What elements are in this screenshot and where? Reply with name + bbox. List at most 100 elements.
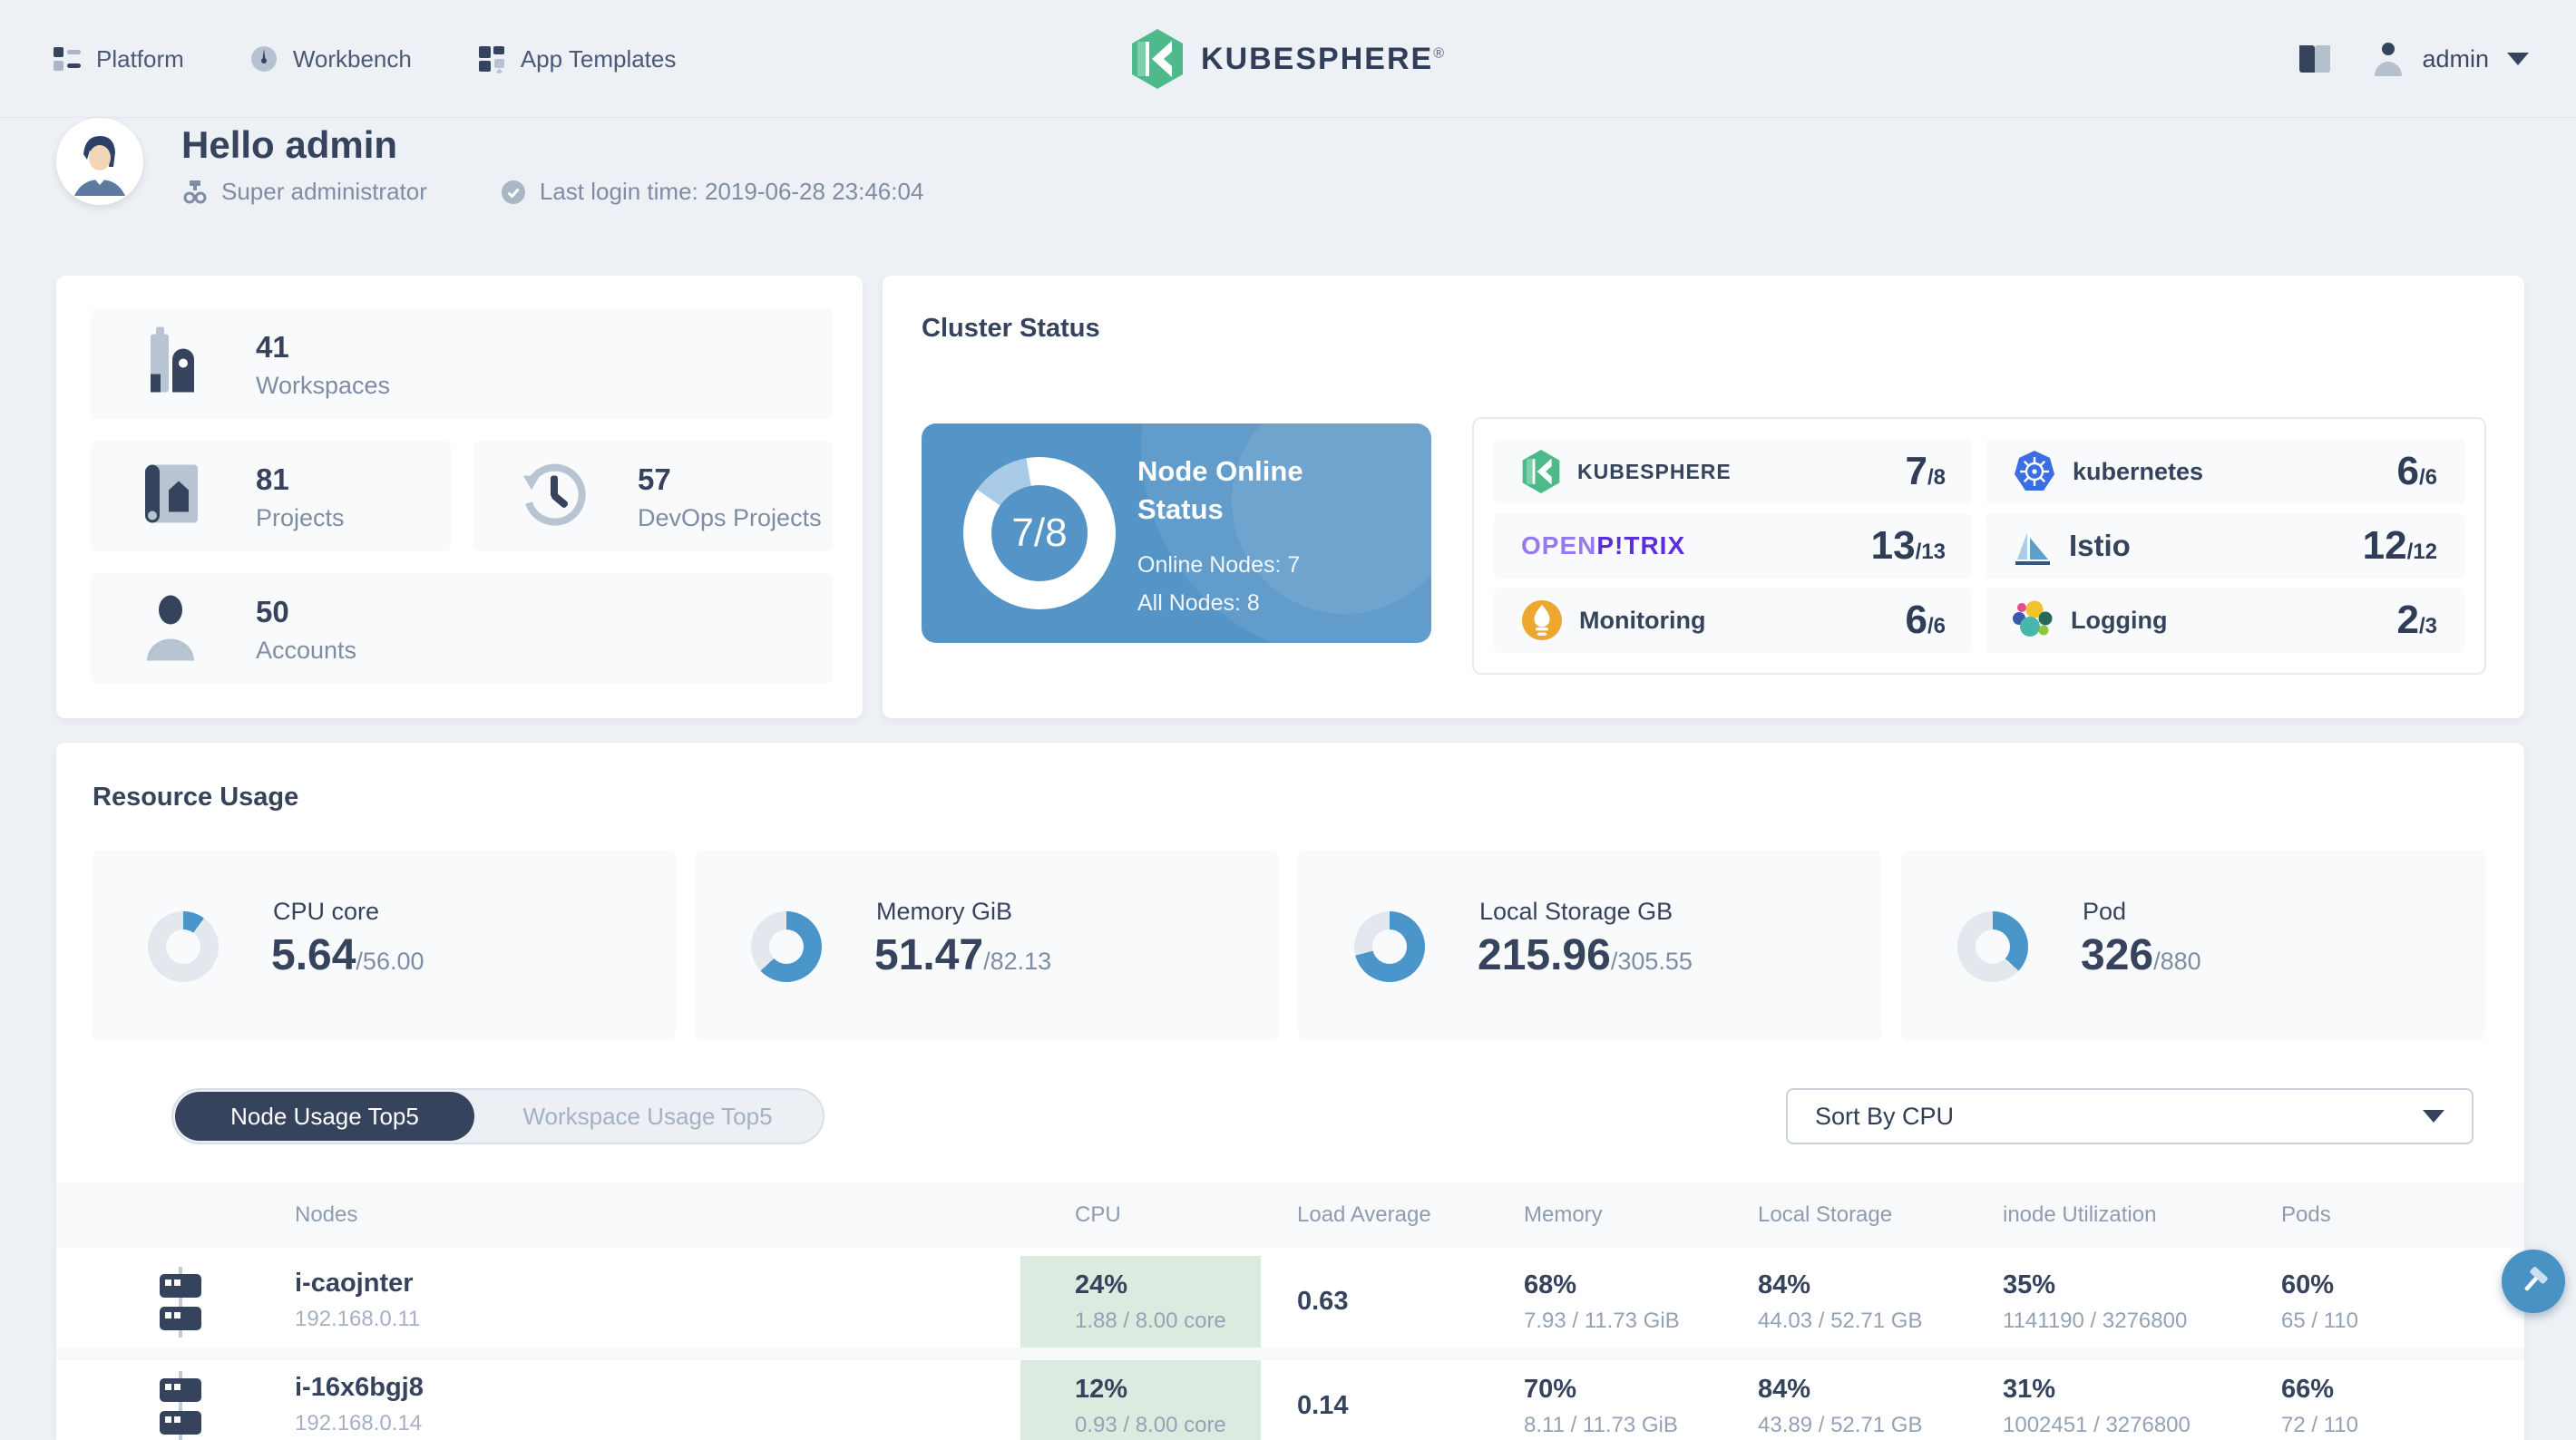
pod-donut-chart bbox=[1957, 911, 2028, 982]
nav-item-workbench[interactable]: Workbench bbox=[249, 44, 412, 73]
memory-detail: 8.11 / 11.73 GiB bbox=[1524, 1413, 1678, 1437]
gauge-total: /305.55 bbox=[1610, 948, 1693, 975]
pods-detail: 65 / 110 bbox=[2281, 1309, 2358, 1333]
nav-item-app-templates[interactable]: App Templates bbox=[477, 44, 676, 73]
hammer-icon bbox=[2524, 1267, 2548, 1291]
workspaces-icon bbox=[138, 326, 203, 401]
count-total: /6 bbox=[2418, 465, 2437, 490]
cpu-percent: 24% bbox=[1075, 1270, 1128, 1299]
brand-logo[interactable]: KUBESPHERE® bbox=[1130, 0, 1446, 118]
col-local-storage: Local Storage bbox=[1758, 1202, 1893, 1227]
nav-item-platform[interactable]: Platform bbox=[53, 44, 184, 73]
count-ready: 12 bbox=[2362, 523, 2407, 568]
workbench-icon bbox=[250, 46, 277, 72]
gauge-local-storage: Local Storage GB 215.96/305.55 bbox=[1298, 851, 1882, 1041]
toolbox-floating-button[interactable] bbox=[2502, 1250, 2565, 1313]
monitoring-icon bbox=[1521, 599, 1563, 641]
gauge-label: CPU core bbox=[273, 898, 380, 925]
stat-tile-accounts[interactable]: 50 Accounts bbox=[91, 573, 833, 684]
sort-by-dropdown[interactable]: Sort By CPU bbox=[1786, 1088, 2474, 1144]
kubesphere-logo-icon bbox=[1132, 29, 1184, 89]
memory-donut-chart bbox=[751, 911, 822, 982]
inode-detail: 1002451 / 3276800 bbox=[2003, 1413, 2191, 1437]
gauge-used: 5.64 bbox=[271, 931, 356, 979]
node-name: i-caojnter bbox=[295, 1269, 414, 1298]
table-row[interactable]: i-caojnter 192.168.0.11 24% 1.88 / 8.00 … bbox=[56, 1256, 2524, 1348]
usage-tabs: Node Usage Top5 Workspace Usage Top5 bbox=[171, 1088, 825, 1144]
component-monitoring: Monitoring 6/6 bbox=[1494, 588, 1973, 653]
component-count: 7/8 bbox=[1906, 449, 1947, 494]
count-total: /8 bbox=[1927, 465, 1946, 490]
count-ready: 6 bbox=[2396, 449, 2419, 493]
stat-value: 41 bbox=[256, 330, 289, 364]
table-row[interactable]: i-16x6bgj8 192.168.0.14 12% 0.93 / 8.00 … bbox=[56, 1360, 2524, 1440]
cluster-status-card: Cluster Status 7/8 Node Online Status On… bbox=[883, 276, 2524, 718]
cpu-percent: 12% bbox=[1075, 1375, 1128, 1404]
node-name: i-16x6bgj8 bbox=[295, 1373, 424, 1402]
nav-right: admin bbox=[2297, 0, 2529, 118]
node-status-title: Node Online Status bbox=[1137, 455, 1303, 525]
username: admin bbox=[2422, 44, 2489, 73]
last-login-label: Last login time: 2019-06-28 23:46:04 bbox=[539, 178, 924, 205]
greeting-title: Hello admin bbox=[181, 123, 398, 166]
gauge-pod: Pod 326/880 bbox=[1901, 851, 2485, 1041]
online-nodes-label: Online Nodes: 7 bbox=[1137, 552, 1301, 578]
gauge-total: /56.00 bbox=[356, 948, 424, 975]
stat-value: 57 bbox=[638, 462, 671, 496]
cpu-detail: 1.88 / 8.00 core bbox=[1075, 1309, 1226, 1333]
tab-workspace-usage-top5[interactable]: Workspace Usage Top5 bbox=[474, 1092, 821, 1141]
col-memory: Memory bbox=[1524, 1202, 1603, 1227]
component-kubernetes: kubernetes 6/6 bbox=[1986, 439, 2464, 504]
node-server-icon bbox=[151, 1371, 210, 1440]
gauge-total: /880 bbox=[2153, 948, 2201, 975]
component-count: 12/12 bbox=[2363, 523, 2437, 569]
stat-label: Accounts bbox=[256, 637, 357, 664]
stat-label: DevOps Projects bbox=[638, 504, 822, 531]
tab-node-usage-top5[interactable]: Node Usage Top5 bbox=[175, 1092, 474, 1141]
memory-detail: 7.93 / 11.73 GiB bbox=[1524, 1309, 1680, 1333]
component-name: KUBESPHERE bbox=[1577, 459, 1732, 483]
storage-detail: 43.89 / 52.71 GB bbox=[1758, 1413, 1923, 1437]
cluster-status-title: Cluster Status bbox=[922, 314, 1100, 343]
stat-tile-workspaces[interactable]: 41 Workspaces bbox=[91, 308, 833, 419]
component-count: 13/13 bbox=[1871, 523, 1946, 569]
stat-tile-projects[interactable]: 81 Projects bbox=[91, 441, 451, 551]
gauge-total: /82.13 bbox=[983, 948, 1052, 975]
inode-percent: 31% bbox=[2003, 1375, 2056, 1404]
gauge-values: 51.47/82.13 bbox=[874, 930, 1051, 980]
docs-book-icon[interactable] bbox=[2297, 43, 2333, 75]
inode-percent: 35% bbox=[2003, 1270, 2056, 1299]
col-nodes: Nodes bbox=[295, 1202, 358, 1227]
platform-icon bbox=[54, 47, 81, 71]
col-pods: Pods bbox=[2281, 1202, 2331, 1227]
gauge-used: 215.96 bbox=[1478, 931, 1611, 979]
user-menu[interactable]: admin bbox=[2373, 42, 2529, 76]
openpitrix-wordmark: OPENP!TRIX bbox=[1521, 531, 1686, 559]
count-total: /12 bbox=[2406, 540, 2437, 564]
registered-mark: ® bbox=[1433, 45, 1446, 62]
component-name: Istio bbox=[2069, 529, 2131, 562]
stat-value: 50 bbox=[256, 595, 289, 628]
component-openpitrix: OPENP!TRIX 13/13 bbox=[1494, 513, 1973, 579]
gauge-cpu: CPU core 5.64/56.00 bbox=[92, 851, 676, 1041]
component-count: 6/6 bbox=[1906, 598, 1947, 643]
stat-tile-devops[interactable]: 57 DevOps Projects bbox=[473, 441, 833, 551]
count-total: /3 bbox=[2418, 614, 2437, 638]
projects-icon bbox=[138, 460, 203, 533]
resource-usage-card: Resource Usage CPU core 5.64/56.00 Memor… bbox=[56, 743, 2524, 1440]
avatar-illustration bbox=[58, 120, 141, 203]
inode-detail: 1141190 / 3276800 bbox=[2003, 1309, 2188, 1333]
stat-label: Projects bbox=[256, 504, 345, 531]
gauge-values: 326/880 bbox=[2081, 930, 2201, 980]
node-ratio: 7/8 bbox=[1011, 511, 1068, 555]
istio-icon bbox=[2013, 525, 2053, 567]
storage-percent: 84% bbox=[1758, 1375, 1811, 1404]
load-average: 0.63 bbox=[1297, 1287, 1349, 1316]
node-ip: 192.168.0.14 bbox=[295, 1411, 423, 1435]
table-header: Nodes CPU Load Average Memory Local Stor… bbox=[56, 1182, 2524, 1248]
avatar[interactable] bbox=[56, 118, 143, 205]
top-nav: Platform Workbench App Templates KUBESPH… bbox=[0, 0, 2576, 118]
greeting-subline: Super administrator Last login time: 201… bbox=[181, 178, 923, 206]
gauge-label: Memory GiB bbox=[876, 898, 1013, 925]
resource-usage-title: Resource Usage bbox=[93, 783, 299, 812]
